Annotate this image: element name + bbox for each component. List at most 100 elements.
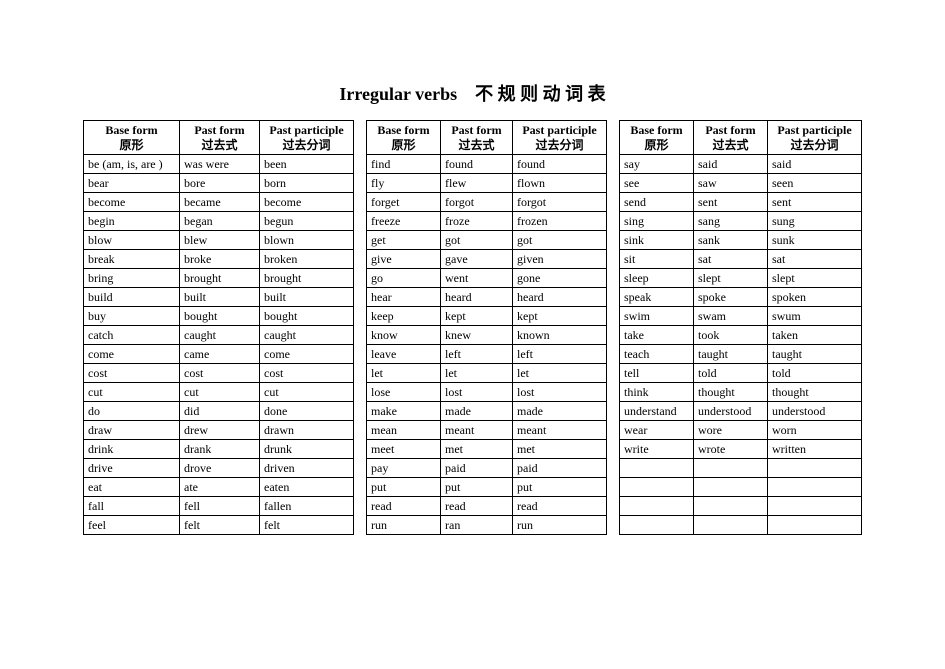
table-cell: ate <box>180 478 260 497</box>
table-cell: build <box>84 288 180 307</box>
table-cell: brought <box>180 269 260 288</box>
table-cell: catch <box>84 326 180 345</box>
table-cell: became <box>180 193 260 212</box>
table-cell: was were <box>180 155 260 174</box>
table-cell: cost <box>84 364 180 383</box>
table-row: teachtaughttaught <box>620 345 862 364</box>
table-cell: spoken <box>768 288 862 307</box>
table-header-row: Base form原形 Past form过去式 Past participle… <box>367 121 607 155</box>
table-row: letletlet <box>367 364 607 383</box>
table-cell: met <box>441 440 513 459</box>
table-row <box>620 459 862 478</box>
table-row: costcostcost <box>84 364 354 383</box>
table-cell: known <box>513 326 607 345</box>
table-row: thinkthoughtthought <box>620 383 862 402</box>
table-row: meanmeantmeant <box>367 421 607 440</box>
table-cell: kept <box>441 307 513 326</box>
table-cell: brought <box>260 269 354 288</box>
table-cell: took <box>694 326 768 345</box>
table-cell: take <box>620 326 694 345</box>
table-cell: eat <box>84 478 180 497</box>
table-cell <box>768 478 862 497</box>
table-row: buildbuiltbuilt <box>84 288 354 307</box>
table-cell: make <box>367 402 441 421</box>
table-cell: begun <box>260 212 354 231</box>
table-row: understandunderstoodunderstood <box>620 402 862 421</box>
table-cell: draw <box>84 421 180 440</box>
table-cell: sung <box>768 212 862 231</box>
table-cell: written <box>768 440 862 459</box>
table-cell: heard <box>513 288 607 307</box>
table-row: beginbeganbegun <box>84 212 354 231</box>
table-cell: drank <box>180 440 260 459</box>
table-cell <box>620 478 694 497</box>
table-cell: mean <box>367 421 441 440</box>
table-cell: read <box>367 497 441 516</box>
table-cell: sunk <box>768 231 862 250</box>
table-cell: left <box>513 345 607 364</box>
table-row: be (am, is, are )was werebeen <box>84 155 354 174</box>
table-cell: understand <box>620 402 694 421</box>
table-cell: cost <box>260 364 354 383</box>
table-cell: given <box>513 250 607 269</box>
table-cell: blew <box>180 231 260 250</box>
table-cell: left <box>441 345 513 364</box>
table-row: hearheardheard <box>367 288 607 307</box>
table-cell: got <box>513 231 607 250</box>
table-cell: wear <box>620 421 694 440</box>
table-cell: swim <box>620 307 694 326</box>
table-cell: fallen <box>260 497 354 516</box>
table-cell: been <box>260 155 354 174</box>
table-cell: cut <box>84 383 180 402</box>
table-cell: do <box>84 402 180 421</box>
table-row: readreadread <box>367 497 607 516</box>
table-cell: knew <box>441 326 513 345</box>
table-cell: cut <box>260 383 354 402</box>
table-cell <box>768 516 862 535</box>
table-row: breakbrokebroken <box>84 250 354 269</box>
table-row: findfoundfound <box>367 155 607 174</box>
table-cell: made <box>441 402 513 421</box>
table-cell: put <box>367 478 441 497</box>
table-cell: cut <box>180 383 260 402</box>
table-row: feelfeltfelt <box>84 516 354 535</box>
table-row: sitsatsat <box>620 250 862 269</box>
header-base: Base form原形 <box>367 121 441 155</box>
table-cell: drawn <box>260 421 354 440</box>
table-cell: blow <box>84 231 180 250</box>
table-cell: paid <box>441 459 513 478</box>
table-cell: put <box>513 478 607 497</box>
table-cell: read <box>441 497 513 516</box>
table-cell: become <box>84 193 180 212</box>
table-row: putputput <box>367 478 607 497</box>
table-row: catchcaughtcaught <box>84 326 354 345</box>
table-cell: pay <box>367 459 441 478</box>
header-pp: Past participle过去分词 <box>260 121 354 155</box>
table-cell: thought <box>694 383 768 402</box>
table-cell: worn <box>768 421 862 440</box>
table-row: singsangsung <box>620 212 862 231</box>
table-cell: came <box>180 345 260 364</box>
table-cell <box>694 478 768 497</box>
table-cell: seen <box>768 174 862 193</box>
table-cell: wore <box>694 421 768 440</box>
table-cell: leave <box>367 345 441 364</box>
table-cell <box>694 516 768 535</box>
table-cell: told <box>768 364 862 383</box>
table-cell: send <box>620 193 694 212</box>
table-cell: become <box>260 193 354 212</box>
table-cell: said <box>694 155 768 174</box>
table-cell: done <box>260 402 354 421</box>
table-cell: give <box>367 250 441 269</box>
table-row: drinkdrankdrunk <box>84 440 354 459</box>
table-row: becomebecamebecome <box>84 193 354 212</box>
table-cell: built <box>180 288 260 307</box>
table-row: paypaidpaid <box>367 459 607 478</box>
table-cell: cost <box>180 364 260 383</box>
table-cell <box>620 497 694 516</box>
table-row: saysaidsaid <box>620 155 862 174</box>
table-row: keepkeptkept <box>367 307 607 326</box>
table-cell: say <box>620 155 694 174</box>
table-row: telltoldtold <box>620 364 862 383</box>
table-cell: let <box>441 364 513 383</box>
